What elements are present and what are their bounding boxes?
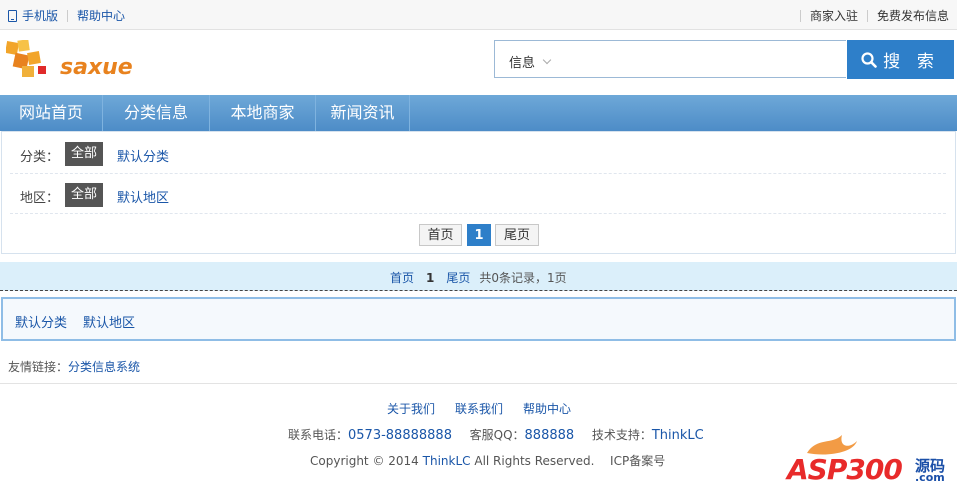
footer-divider [0,383,957,384]
row-divider [10,213,946,215]
region-default-link[interactable]: 默认地区 [117,187,169,206]
divider [866,9,868,22]
footer-contact-link[interactable]: 联系我们 [455,400,503,417]
strip-first-link[interactable]: 首页 [390,269,414,286]
footer-contact-info: 联系电话：0573-88888888 客服QQ：888888 技术支持：Thin… [288,426,704,443]
main-nav: 网站首页 分类信息 本地商家 新闻资讯 [0,95,957,131]
strip-current-page: 1 [426,270,435,285]
footer-links: 关于我们 联系我们 帮助中心 [387,400,571,417]
catbox-region-link[interactable]: 默认地区 [83,312,135,331]
search-button[interactable]: 搜 索 [847,40,954,79]
free-post-link[interactable]: 免费发布信息 [877,7,949,24]
friend-link-item[interactable]: 分类信息系统 [68,360,140,374]
phone-number: 0573-88888888 [348,428,452,443]
watermark-domain: .com [915,471,945,484]
mobile-version-link[interactable]: 手机版 [22,7,58,24]
search-button-label: 搜 索 [883,52,940,71]
pagination-last-button[interactable]: 尾页 [495,224,539,246]
category-filter-label: 分类： [20,150,60,165]
search-category-label: 信息 [509,56,536,71]
region-filter-label: 地区： [20,191,60,206]
row-divider [10,173,946,175]
pager-strip-content: 首页 1 尾页 共0条记录，1页 [390,269,567,286]
phone-label: 联系电话： [288,428,349,442]
friend-links-label: 友情链接： [8,360,69,374]
catbox-category-link[interactable]: 默认分类 [15,312,67,331]
top-bar-left: 手机版 帮助中心 [8,7,125,24]
nav-item-classifieds[interactable]: 分类信息 [103,95,210,131]
footer-copyright: Copyright © 2014 ThinkLC All Rights Rese… [310,452,665,469]
strip-last-link[interactable]: 尾页 [446,269,470,286]
pagination-first-button[interactable]: 首页 [419,224,462,246]
top-bar: 手机版 帮助中心 商家入驻 免费发布信息 [0,0,957,30]
qq-number: 888888 [524,428,575,443]
divider [799,9,801,22]
nav-item-home[interactable]: 网站首页 [0,95,103,131]
asp300-watermark: ASP300 源码 .com [787,435,955,486]
merchant-join-link[interactable]: 商家入驻 [810,7,858,24]
logo-text: saxue [60,55,133,80]
region-all-tag[interactable]: 全部 [65,183,104,207]
copyright-suffix: All Rights Reserved. [474,454,595,468]
nav-item-news[interactable]: 新闻资讯 [316,95,410,131]
footer-about-link[interactable]: 关于我们 [387,400,435,417]
mobile-phone-icon [8,9,17,22]
strip-summary: 共0条记录，1页 [479,271,567,285]
pagination-current-page[interactable]: 1 [467,224,491,246]
copyright-brand-link[interactable]: ThinkLC [423,454,471,468]
footer-help-link[interactable]: 帮助中心 [523,400,571,417]
tech-support-link[interactable]: ThinkLC [652,428,704,443]
category-box [1,297,956,341]
nav-item-merchants[interactable]: 本地商家 [210,95,316,131]
search-icon [861,51,877,68]
copyright-prefix: Copyright © 2014 [310,454,419,468]
watermark-text: ASP300 [787,453,903,486]
category-default-link[interactable]: 默认分类 [117,146,169,165]
help-center-link[interactable]: 帮助中心 [77,7,125,24]
qq-label: 客服QQ： [469,428,525,442]
icp-number: ICP备案号 [610,454,666,468]
tech-label: 技术支持： [591,428,652,442]
divider [67,9,69,22]
search-category-select[interactable]: 信息 [509,52,552,71]
category-all-tag[interactable]: 全部 [65,142,104,166]
friend-links: 友情链接：分类信息系统 [8,358,140,375]
chevron-down-icon [542,55,552,64]
top-bar-right: 商家入驻 免费发布信息 [791,7,949,24]
